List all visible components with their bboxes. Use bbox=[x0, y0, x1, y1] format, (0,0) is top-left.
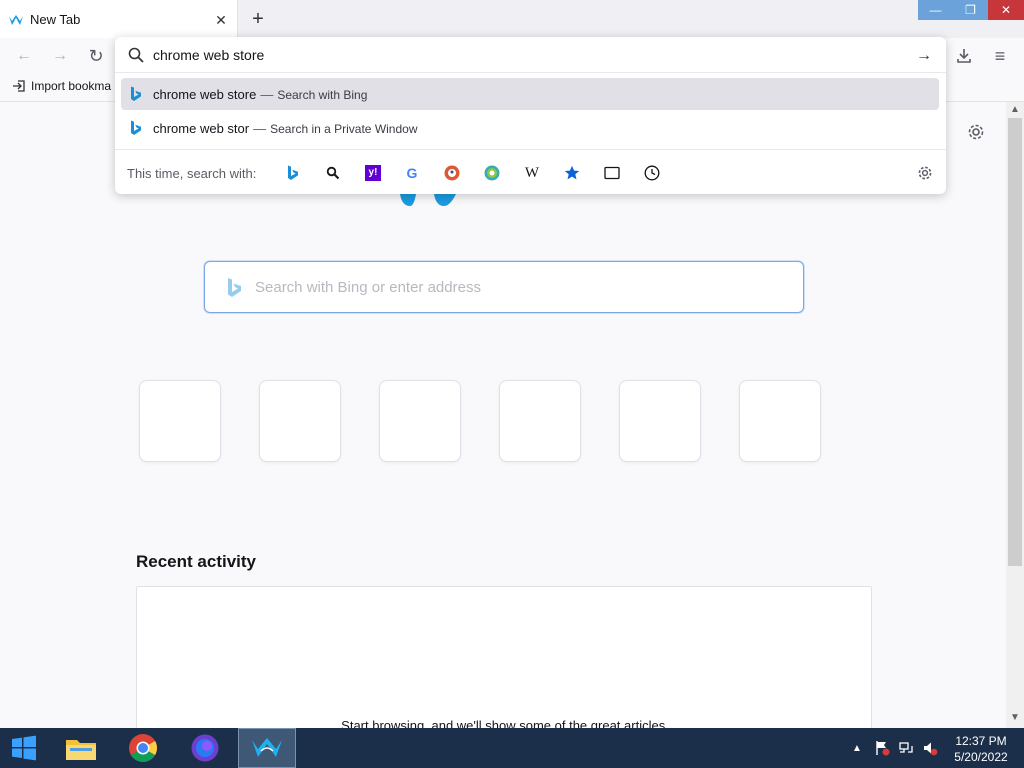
urlbar-input[interactable]: chrome web store bbox=[153, 47, 264, 63]
bookmarks-star-icon[interactable] bbox=[561, 162, 583, 184]
page-search-input[interactable] bbox=[255, 270, 785, 304]
top-site-tile[interactable] bbox=[259, 380, 341, 462]
go-button[interactable]: → bbox=[913, 45, 935, 67]
suggestion-text: chrome web store bbox=[153, 87, 257, 102]
duckduckgo-icon[interactable] bbox=[441, 162, 463, 184]
scroll-up-arrow-icon[interactable]: ▲ bbox=[1010, 104, 1020, 115]
recent-activity-message: Start browsing, and we'll show some of t… bbox=[341, 718, 669, 728]
suggestion-action: Search with Bing bbox=[277, 88, 368, 102]
new-tab-page: Recent activity Start browsing, and we'l… bbox=[0, 102, 1006, 728]
urlbar-popup: chrome web store → chrome web store — Sear… bbox=[115, 37, 946, 194]
back-button[interactable]: ← bbox=[12, 44, 36, 68]
tab-new-tab[interactable]: New Tab ✕ bbox=[0, 0, 238, 38]
urlbar[interactable]: chrome web store → bbox=[115, 37, 946, 73]
downloads-button[interactable] bbox=[952, 44, 976, 68]
maximize-button[interactable]: ❐ bbox=[953, 0, 988, 20]
scroll-down-arrow-icon[interactable]: ▼ bbox=[1010, 712, 1020, 723]
windows-taskbar: ▲ 12:37 PM 5/20/2022 bbox=[0, 728, 1024, 768]
top-site-tile[interactable] bbox=[499, 380, 581, 462]
firefox-taskbar-button[interactable] bbox=[182, 728, 228, 768]
one-off-label: This time, search with: bbox=[127, 166, 257, 181]
history-clock-icon[interactable] bbox=[641, 162, 663, 184]
scrollbar-thumb[interactable] bbox=[1008, 118, 1022, 566]
minimize-button[interactable]: — bbox=[918, 0, 953, 20]
windows-logo-icon bbox=[12, 735, 36, 761]
clock-time: 12:37 PM bbox=[955, 734, 1007, 748]
new-tab-button[interactable]: + bbox=[248, 9, 268, 29]
personalize-gear-icon[interactable] bbox=[966, 122, 986, 142]
suggestion-row[interactable]: chrome web store — Search with Bing bbox=[121, 78, 939, 110]
search-icon[interactable] bbox=[322, 162, 344, 184]
tab-title: New Tab bbox=[30, 12, 81, 27]
forward-button[interactable]: → bbox=[48, 44, 72, 68]
import-bookmarks-button[interactable]: Import bookma bbox=[12, 79, 111, 93]
suggestion-action: Search in a Private Window bbox=[270, 122, 418, 136]
top-site-tile[interactable] bbox=[139, 380, 221, 462]
show-hidden-icons-button[interactable]: ▲ bbox=[850, 728, 864, 768]
chrome-taskbar-button[interactable] bbox=[120, 728, 166, 768]
yahoo-icon[interactable]: y! bbox=[362, 162, 384, 184]
recent-activity-heading: Recent activity bbox=[136, 552, 256, 571]
page-search-box[interactable] bbox=[204, 261, 804, 313]
wikipedia-icon[interactable]: W bbox=[521, 162, 543, 184]
top-site-tile[interactable] bbox=[379, 380, 461, 462]
suggestion-row[interactable]: chrome web stor — Search in a Private Wind… bbox=[121, 112, 939, 144]
recent-activity-panel: Start browsing, and we'll show some of t… bbox=[136, 586, 872, 728]
clock-date: 5/20/2022 bbox=[954, 750, 1008, 764]
network-icon[interactable] bbox=[896, 728, 916, 768]
close-window-button[interactable]: ✕ bbox=[988, 0, 1024, 20]
reload-button[interactable]: ↻ bbox=[84, 44, 108, 68]
one-off-search-bar: This time, search with: y! G W bbox=[115, 149, 946, 194]
close-tab-icon[interactable]: ✕ bbox=[213, 12, 229, 28]
bing-icon[interactable] bbox=[282, 162, 304, 184]
google-icon[interactable]: G bbox=[401, 162, 423, 184]
waterfox-logo-icon bbox=[400, 194, 456, 206]
folder-icon bbox=[66, 740, 96, 760]
bing-icon bbox=[228, 278, 241, 297]
tab-strip: New Tab ✕ + — ❐ ✕ bbox=[0, 0, 1024, 38]
suggestion-text: chrome web stor bbox=[153, 121, 250, 136]
import-icon bbox=[13, 80, 25, 92]
bing-icon bbox=[131, 120, 141, 135]
volume-muted-icon[interactable] bbox=[920, 728, 940, 768]
suggestion-separator: — bbox=[253, 121, 267, 136]
top-site-tile[interactable] bbox=[739, 380, 821, 462]
download-icon bbox=[957, 49, 971, 63]
chrome-icon bbox=[129, 734, 157, 762]
top-site-tile[interactable] bbox=[619, 380, 701, 462]
taskbar-clock[interactable]: 12:37 PM 5/20/2022 bbox=[945, 733, 1017, 765]
ecosia-icon[interactable] bbox=[481, 162, 503, 184]
search-icon bbox=[128, 47, 144, 63]
page-scrollbar[interactable]: ▲ ▼ bbox=[1006, 102, 1024, 728]
start-button[interactable] bbox=[0, 728, 48, 768]
import-bookmarks-label: Import bookma bbox=[31, 79, 112, 93]
suggestion-separator: — bbox=[260, 87, 274, 102]
waterfox-taskbar-button[interactable] bbox=[238, 728, 296, 768]
bing-icon bbox=[131, 86, 141, 101]
action-center-flag-icon[interactable] bbox=[872, 728, 892, 768]
waterfox-logo-icon bbox=[252, 738, 282, 757]
search-settings-gear-icon[interactable] bbox=[914, 162, 936, 184]
menu-button[interactable]: ≡ bbox=[988, 44, 1012, 68]
waterfox-logo-icon bbox=[9, 15, 23, 25]
file-explorer-taskbar-button[interactable] bbox=[58, 728, 104, 768]
tabs-icon[interactable] bbox=[601, 162, 623, 184]
firefox-icon bbox=[191, 734, 219, 762]
